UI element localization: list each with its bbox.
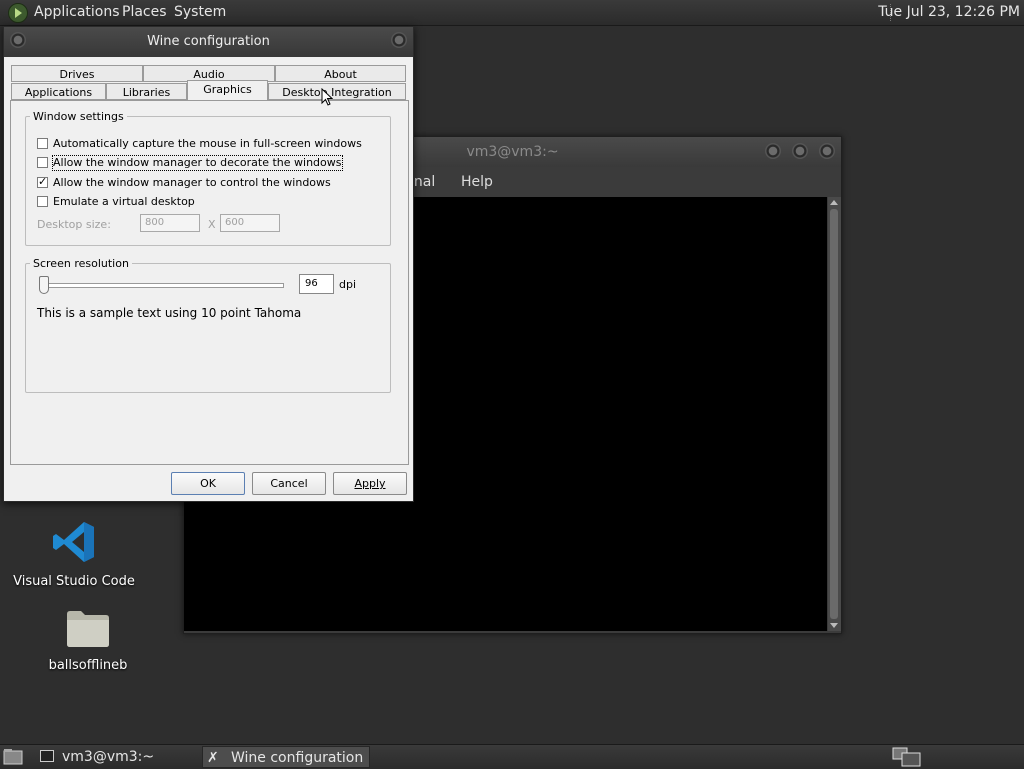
wine-config-window: Wine configuration Drives Audio About Ap… — [3, 26, 414, 502]
desktop-size-label: Desktop size: — [37, 218, 111, 231]
tab-graphics[interactable]: Graphics — [187, 80, 268, 100]
dpi-slider-track[interactable] — [44, 283, 284, 288]
bottom-panel: vm3@vm3:~ ✗ Wine configuration — [0, 744, 1024, 769]
desktop-size-separator: X — [208, 218, 216, 231]
tab-drives[interactable]: Drives — [11, 65, 143, 82]
checkbox-box[interactable] — [37, 157, 48, 168]
desktop-icon-folder[interactable]: ballsofflineb — [24, 606, 152, 673]
desktop-icon-label: Visual Studio Code — [13, 574, 135, 589]
checkbox-box[interactable] — [37, 138, 48, 149]
workspace-switcher-icon[interactable] — [892, 747, 922, 767]
screen-resolution-legend: Screen resolution — [33, 257, 129, 270]
font-sample-text: This is a sample text using 10 point Tah… — [37, 306, 302, 320]
close-button[interactable] — [819, 143, 835, 159]
checkbox-box[interactable] — [37, 175, 48, 189]
mouse-pointer-icon — [321, 88, 333, 106]
dpi-slider-thumb[interactable] — [39, 276, 49, 294]
maximize-button[interactable] — [792, 143, 808, 159]
top-panel: Applications Places System Tue Jul 23, 1… — [0, 0, 1024, 26]
terminal-title: vm3@vm3:~ — [466, 144, 559, 160]
places-menu[interactable]: Places — [122, 4, 167, 20]
terminal-scrollbar[interactable] — [828, 197, 841, 631]
wine-title: Wine configuration — [147, 34, 270, 49]
taskbar-item-label: Wine configuration — [231, 750, 364, 766]
tools-icon: ✗ — [207, 750, 219, 766]
desktop-height-input: 600 — [220, 214, 280, 232]
window-menu-button[interactable] — [10, 32, 26, 48]
ok-button[interactable]: OK — [171, 472, 245, 495]
show-desktop-icon[interactable] — [3, 748, 23, 766]
checkbox-label: Automatically capture the mouse in full-… — [53, 137, 362, 150]
close-button[interactable] — [391, 32, 407, 48]
dpi-unit-label: dpi — [339, 278, 357, 291]
wine-titlebar[interactable]: Wine configuration — [4, 27, 413, 57]
window-settings-legend: Window settings — [33, 110, 124, 123]
apply-label: Apply — [354, 477, 386, 490]
system-menu[interactable]: System — [174, 4, 226, 20]
vscode-icon — [53, 522, 94, 562]
tab-libraries[interactable]: Libraries — [106, 83, 187, 100]
dpi-input[interactable]: 96 — [299, 274, 334, 294]
scroll-up-arrow-icon[interactable] — [830, 200, 838, 205]
tab-about[interactable]: About — [275, 65, 406, 82]
checkbox-label: Allow the window manager to decorate the… — [52, 155, 343, 171]
desktop-width-input: 800 — [140, 214, 200, 232]
checkbox-label: Emulate a virtual desktop — [53, 195, 195, 208]
desktop-icon-vscode[interactable]: Visual Studio Code — [10, 518, 138, 589]
desktop-icon-label: ballsofflineb — [48, 658, 128, 673]
checkbox-label: Allow the window manager to control the … — [53, 176, 331, 189]
terminal-menu-help[interactable]: Help — [461, 174, 493, 190]
taskbar-item-terminal[interactable]: vm3@vm3:~ — [36, 746, 198, 768]
tab-desktop-integration[interactable]: Desktop Integration — [268, 83, 406, 100]
taskbar-item-wine[interactable]: ✗ Wine configuration — [202, 746, 370, 768]
terminal-icon — [40, 750, 54, 762]
taskbar-item-label: vm3@vm3:~ — [62, 749, 155, 765]
applications-menu[interactable]: Applications — [34, 4, 120, 20]
screen-resolution-group: Screen resolution — [25, 257, 391, 393]
scrollbar-thumb[interactable] — [830, 209, 838, 619]
clock[interactable]: Tue Jul 23, 12:26 PM — [878, 4, 1020, 20]
apply-button[interactable]: Apply — [333, 472, 407, 495]
tab-applications[interactable]: Applications — [11, 83, 106, 100]
folder-icon — [67, 611, 109, 647]
checkbox-box[interactable] — [37, 196, 48, 207]
distro-logo-icon[interactable] — [8, 3, 28, 23]
scroll-down-arrow-icon[interactable] — [830, 623, 838, 628]
minimize-button[interactable] — [765, 143, 781, 159]
cancel-button[interactable]: Cancel — [252, 472, 326, 495]
